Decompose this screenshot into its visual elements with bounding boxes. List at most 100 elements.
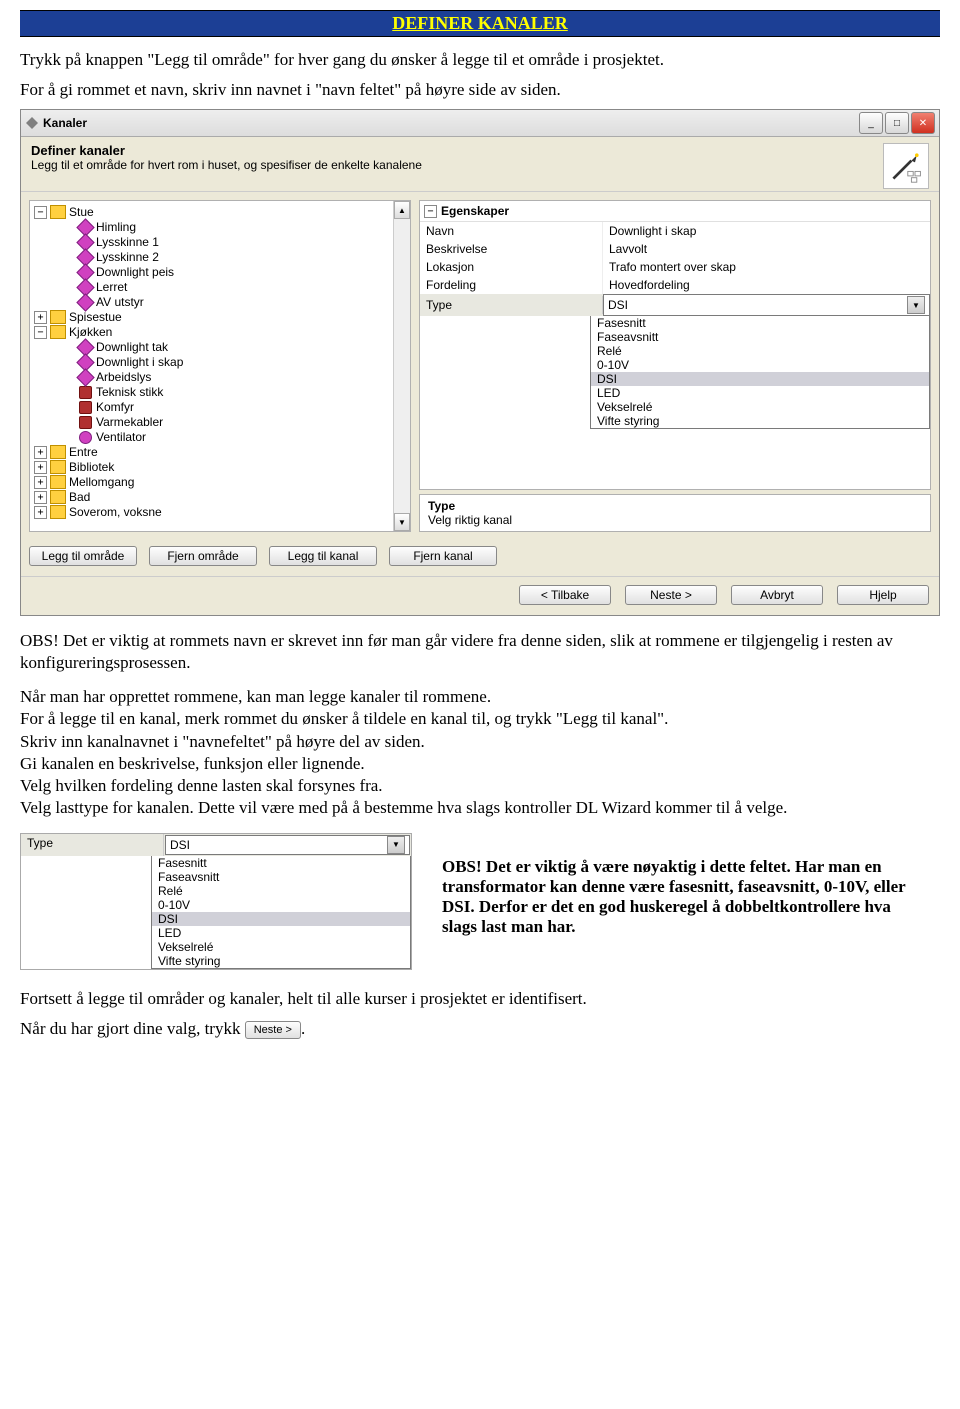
- property-label: Beskrivelse: [420, 240, 603, 258]
- type-option[interactable]: Vifte styring: [591, 414, 929, 428]
- room-icon: [50, 325, 66, 339]
- mini-type-option[interactable]: Fasesnitt: [152, 856, 410, 870]
- mini-type-option[interactable]: Vifte styring: [152, 954, 410, 968]
- tree-room[interactable]: −Kjøkken: [34, 325, 408, 340]
- expand-icon[interactable]: +: [34, 506, 47, 519]
- room-icon: [50, 205, 66, 219]
- remove-area-button[interactable]: Fjern område: [149, 546, 257, 566]
- tree[interactable]: −StueHimlingLysskinne 1Lysskinne 2Downli…: [30, 201, 410, 524]
- chevron-down-icon[interactable]: ▼: [387, 836, 405, 854]
- tree-room[interactable]: +Bibliotek: [34, 460, 408, 475]
- tree-channel[interactable]: Teknisk stikk: [34, 385, 408, 400]
- tree-scrollbar[interactable]: ▲ ▼: [393, 201, 410, 531]
- help-button[interactable]: Hjelp: [837, 585, 929, 605]
- tree-channel[interactable]: Varmekabler: [34, 415, 408, 430]
- tree-channel[interactable]: Downlight peis: [34, 265, 408, 280]
- property-value[interactable]: Hovedfordeling: [603, 276, 930, 294]
- expand-icon[interactable]: +: [34, 461, 47, 474]
- type-help-desc: Velg riktig kanal: [428, 513, 512, 527]
- scroll-down-icon[interactable]: ▼: [394, 513, 410, 531]
- mini-type-option[interactable]: LED: [152, 926, 410, 940]
- wizard-icon: [883, 143, 929, 189]
- remove-channel-button[interactable]: Fjern kanal: [389, 546, 497, 566]
- expand-icon[interactable]: +: [34, 446, 47, 459]
- mini-type-option[interactable]: Relé: [152, 884, 410, 898]
- tree-room[interactable]: +Entre: [34, 445, 408, 460]
- mini-type-list[interactable]: FasesnittFaseavsnittRelé0-10VDSILEDVekse…: [151, 856, 411, 969]
- room-icon: [50, 310, 66, 324]
- tree-room[interactable]: +Soverom, voksne: [34, 505, 408, 520]
- add-channel-button[interactable]: Legg til kanal: [269, 546, 377, 566]
- minimize-button[interactable]: _: [859, 112, 883, 134]
- tree-channel-label: Lerret: [96, 280, 127, 294]
- after-para-4: Skriv inn kanalnavnet i "navnefeltet" på…: [20, 731, 940, 753]
- tree-channel[interactable]: Komfyr: [34, 400, 408, 415]
- action-buttons-row: Legg til område Fjern område Legg til ka…: [21, 540, 939, 576]
- expand-icon[interactable]: +: [34, 491, 47, 504]
- tree-channel-label: Teknisk stikk: [96, 385, 163, 399]
- intro-para-2: For å gi rommet et navn, skriv inn navne…: [20, 79, 940, 101]
- definer-heading: Definer kanaler: [31, 143, 125, 158]
- type-option[interactable]: Faseavsnitt: [591, 330, 929, 344]
- type-option[interactable]: Relé: [591, 344, 929, 358]
- type-dropdown-list[interactable]: FasesnittFaseavsnittRelé0-10VDSILEDVekse…: [590, 316, 930, 429]
- mini-type-option[interactable]: Faseavsnitt: [152, 870, 410, 884]
- tree-channel[interactable]: Himling: [34, 220, 408, 235]
- property-row: BeskrivelseLavvolt: [420, 240, 930, 258]
- kanaler-window: Kanaler _ □ ✕ Definer kanaler Legg til e…: [20, 109, 940, 616]
- property-value[interactable]: Trafo montert over skap: [603, 258, 930, 276]
- expand-icon[interactable]: +: [34, 476, 47, 489]
- property-label: Lokasjon: [420, 258, 603, 276]
- back-button[interactable]: < Tilbake: [519, 585, 611, 605]
- mini-type-option[interactable]: Vekselrelé: [152, 940, 410, 954]
- property-value[interactable]: Downlight i skap: [603, 222, 930, 240]
- cancel-button[interactable]: Avbryt: [731, 585, 823, 605]
- tree-channel[interactable]: Arbeidslys: [34, 370, 408, 385]
- collapse-icon[interactable]: −: [424, 205, 437, 218]
- room-icon: [50, 475, 66, 489]
- room-icon: [50, 490, 66, 504]
- type-option[interactable]: Fasesnitt: [591, 316, 929, 330]
- mini-type-dropdown[interactable]: DSI ▼: [165, 835, 410, 855]
- egenskaper-heading: Egenskaper: [441, 204, 509, 218]
- type-option[interactable]: Vekselrelé: [591, 400, 929, 414]
- tree-channel-label: Lysskinne 2: [96, 250, 159, 264]
- add-area-button[interactable]: Legg til område: [29, 546, 137, 566]
- tree-room[interactable]: +Mellomgang: [34, 475, 408, 490]
- tree-pane: −StueHimlingLysskinne 1Lysskinne 2Downli…: [29, 200, 411, 532]
- chevron-down-icon[interactable]: ▼: [907, 296, 925, 314]
- inline-next-button[interactable]: Neste >: [245, 1021, 301, 1039]
- type-option[interactable]: LED: [591, 386, 929, 400]
- tree-channel[interactable]: Lysskinne 1: [34, 235, 408, 250]
- closing-para-2: Når du har gjort dine valg, trykk Neste …: [20, 1018, 940, 1040]
- obs-para: OBS! Det er viktig at rommets navn er sk…: [20, 630, 940, 674]
- tree-channel[interactable]: Downlight tak: [34, 340, 408, 355]
- tree-room[interactable]: +Spisestue: [34, 310, 408, 325]
- tree-channel[interactable]: Lerret: [34, 280, 408, 295]
- type-option[interactable]: DSI: [591, 372, 929, 386]
- mini-type-label: Type: [21, 834, 164, 856]
- maximize-button[interactable]: □: [885, 112, 909, 134]
- after-para-5: Gi kanalen en beskrivelse, funksjon elle…: [20, 753, 940, 775]
- tree-channel[interactable]: AV utstyr: [34, 295, 408, 310]
- tree-channel[interactable]: Lysskinne 2: [34, 250, 408, 265]
- power-icon: [79, 416, 92, 429]
- expand-icon[interactable]: +: [34, 311, 47, 324]
- mini-type-option[interactable]: DSI: [152, 912, 410, 926]
- after-para-6: Velg hvilken fordeling denne lasten skal…: [20, 775, 940, 797]
- fan-icon: [79, 431, 92, 444]
- tree-room[interactable]: −Stue: [34, 205, 408, 220]
- type-option[interactable]: 0-10V: [591, 358, 929, 372]
- collapse-icon[interactable]: −: [34, 326, 47, 339]
- tree-channel[interactable]: Downlight i skap: [34, 355, 408, 370]
- next-button[interactable]: Neste >: [625, 585, 717, 605]
- scroll-up-icon[interactable]: ▲: [394, 201, 410, 219]
- mini-type-option[interactable]: 0-10V: [152, 898, 410, 912]
- tree-channel[interactable]: Ventilator: [34, 430, 408, 445]
- tree-room[interactable]: +Bad: [34, 490, 408, 505]
- property-value[interactable]: Lavvolt: [603, 240, 930, 258]
- type-dropdown[interactable]: DSI ▼: [603, 294, 930, 316]
- close-button[interactable]: ✕: [911, 112, 935, 134]
- property-label: Fordeling: [420, 276, 603, 294]
- collapse-icon[interactable]: −: [34, 206, 47, 219]
